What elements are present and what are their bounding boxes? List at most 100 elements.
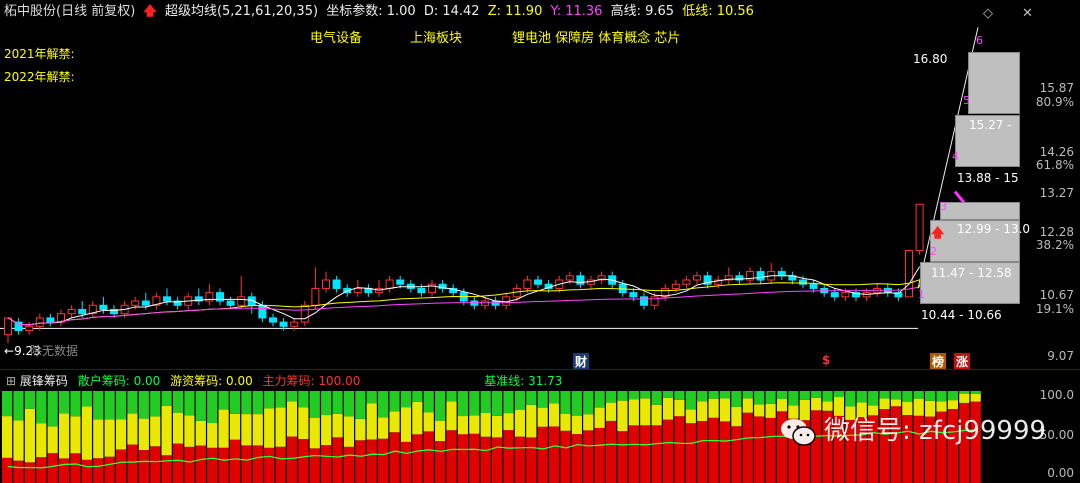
chip-bar-retail <box>469 391 480 416</box>
chip-bar-hot <box>218 409 229 448</box>
candle-body <box>4 317 12 336</box>
chip-bar-hot <box>70 416 81 454</box>
candle-body <box>629 292 638 298</box>
chip-bar-hot <box>583 414 594 431</box>
chip-bar-retail <box>776 391 788 400</box>
chip-bar-main <box>389 432 400 483</box>
chip-bar-retail <box>594 391 605 408</box>
watermark: 微信号: zfcj99999 <box>780 410 1046 447</box>
chip-bar-retail <box>526 391 537 405</box>
chip-bar-hot <box>13 420 24 461</box>
chip-bar-retail <box>81 391 92 407</box>
chip-bar-retail <box>708 391 719 399</box>
chip-bar-main <box>742 412 753 483</box>
chip-bar-main <box>275 446 286 483</box>
axis-label-7: 10.67 <box>1039 288 1074 302</box>
chip-bar-hot <box>366 403 377 440</box>
chip-bar-retail <box>742 391 753 399</box>
chip-bar-hot <box>685 409 696 424</box>
chip-bar-retail <box>309 391 320 419</box>
target-label-3: 13.88 - 15 <box>957 171 1019 185</box>
chip-bar-main <box>526 437 537 483</box>
chip-bar-retail <box>355 391 366 419</box>
chip-bar-main <box>503 430 514 483</box>
chip-bar-main <box>765 417 776 483</box>
chip-bar-main <box>583 430 594 483</box>
chip-bar-retail <box>548 391 560 404</box>
chip-bar-retail <box>423 391 434 413</box>
wave-num-3: 3 <box>940 200 947 213</box>
chip-bar-main <box>332 437 343 483</box>
chip-bar-hot <box>651 404 662 426</box>
chip-bar-main <box>731 426 742 483</box>
target-box-1 <box>968 52 1020 114</box>
chip-bar-main <box>605 420 617 483</box>
chip-bar-main <box>366 439 377 483</box>
chip-bar-retail <box>628 391 639 400</box>
event-limit-up[interactable]: 涨 <box>954 353 971 370</box>
chip-bar-retail <box>36 391 47 424</box>
chip-bar-retail <box>617 391 628 401</box>
chip-bar-retail <box>70 391 81 417</box>
chip-bar-hot <box>435 420 446 442</box>
wave-num-1: 1 <box>918 288 925 301</box>
chip-bar-retail <box>674 391 685 400</box>
candle-body <box>841 292 850 298</box>
event-finance[interactable]: 财 <box>573 353 590 370</box>
watermark-text: 微信号: zfcj99999 <box>824 416 1047 446</box>
chip-bar-retail <box>93 391 104 420</box>
chip-bar-main <box>754 416 765 483</box>
chip-bar-hot <box>446 401 457 431</box>
chip-bar-hot <box>150 416 161 447</box>
chip-bar-retail <box>150 391 161 417</box>
candle-body <box>46 317 55 323</box>
candle-body <box>78 308 87 315</box>
chip-bar-retail <box>58 391 70 414</box>
candle-body <box>809 283 818 289</box>
chip-bar-retail <box>286 391 298 402</box>
chip-bar-retail <box>264 391 275 409</box>
chip-bar-hot <box>947 400 959 409</box>
chip-bar-retail <box>275 391 286 408</box>
chip-bar-main <box>36 457 47 483</box>
chip-bar-retail <box>503 391 514 414</box>
event-rank[interactable]: 榜 <box>930 353 947 370</box>
chip-bar-main <box>47 453 58 483</box>
chip-bar-retail <box>970 391 981 394</box>
chip-bar-hot <box>104 419 115 457</box>
chip-bar-hot <box>719 398 731 422</box>
chip-bar-main <box>446 430 457 483</box>
candle-body <box>269 317 277 323</box>
chip-bar-retail <box>913 391 924 399</box>
chip-bar-main <box>321 445 332 483</box>
chip-bar-hot <box>81 406 92 460</box>
target-label-2: 15.27 - <box>969 118 1012 132</box>
expand-icon[interactable]: ⊞ <box>6 374 16 388</box>
target-label-4: 12.99 - 13.0 <box>957 222 1031 236</box>
retail-chip: 散户筹码: 0.00 <box>77 374 161 388</box>
chip-bar-hot <box>241 414 252 446</box>
chip-bar-retail <box>799 391 810 400</box>
chip-bar-retail <box>389 391 400 412</box>
chip-bar-retail <box>845 391 856 407</box>
wave-num-4: 4 <box>952 150 959 163</box>
chip-bar-hot <box>731 406 742 427</box>
chip-bar-hot <box>332 413 343 438</box>
chip-bar-main <box>355 440 366 483</box>
candle-body <box>693 275 701 281</box>
no-data-label: 除无数据 <box>30 344 79 358</box>
candle-body <box>14 321 23 332</box>
chip-bar-main <box>457 434 469 483</box>
chip-bar-retail <box>731 391 742 407</box>
chip-bar-main <box>719 421 731 483</box>
chip-bar-main <box>127 444 138 483</box>
chip-bar-hot <box>662 397 674 420</box>
event-dollar[interactable]: $ <box>822 353 830 367</box>
chip-bar-hot <box>207 423 218 448</box>
chip-bar-main <box>150 446 161 483</box>
candle-body <box>915 203 924 252</box>
chip-bar-retail <box>241 391 252 415</box>
chip-bar-hot <box>275 407 286 447</box>
candle-body <box>523 279 532 289</box>
chip-bar-hot <box>423 412 434 432</box>
